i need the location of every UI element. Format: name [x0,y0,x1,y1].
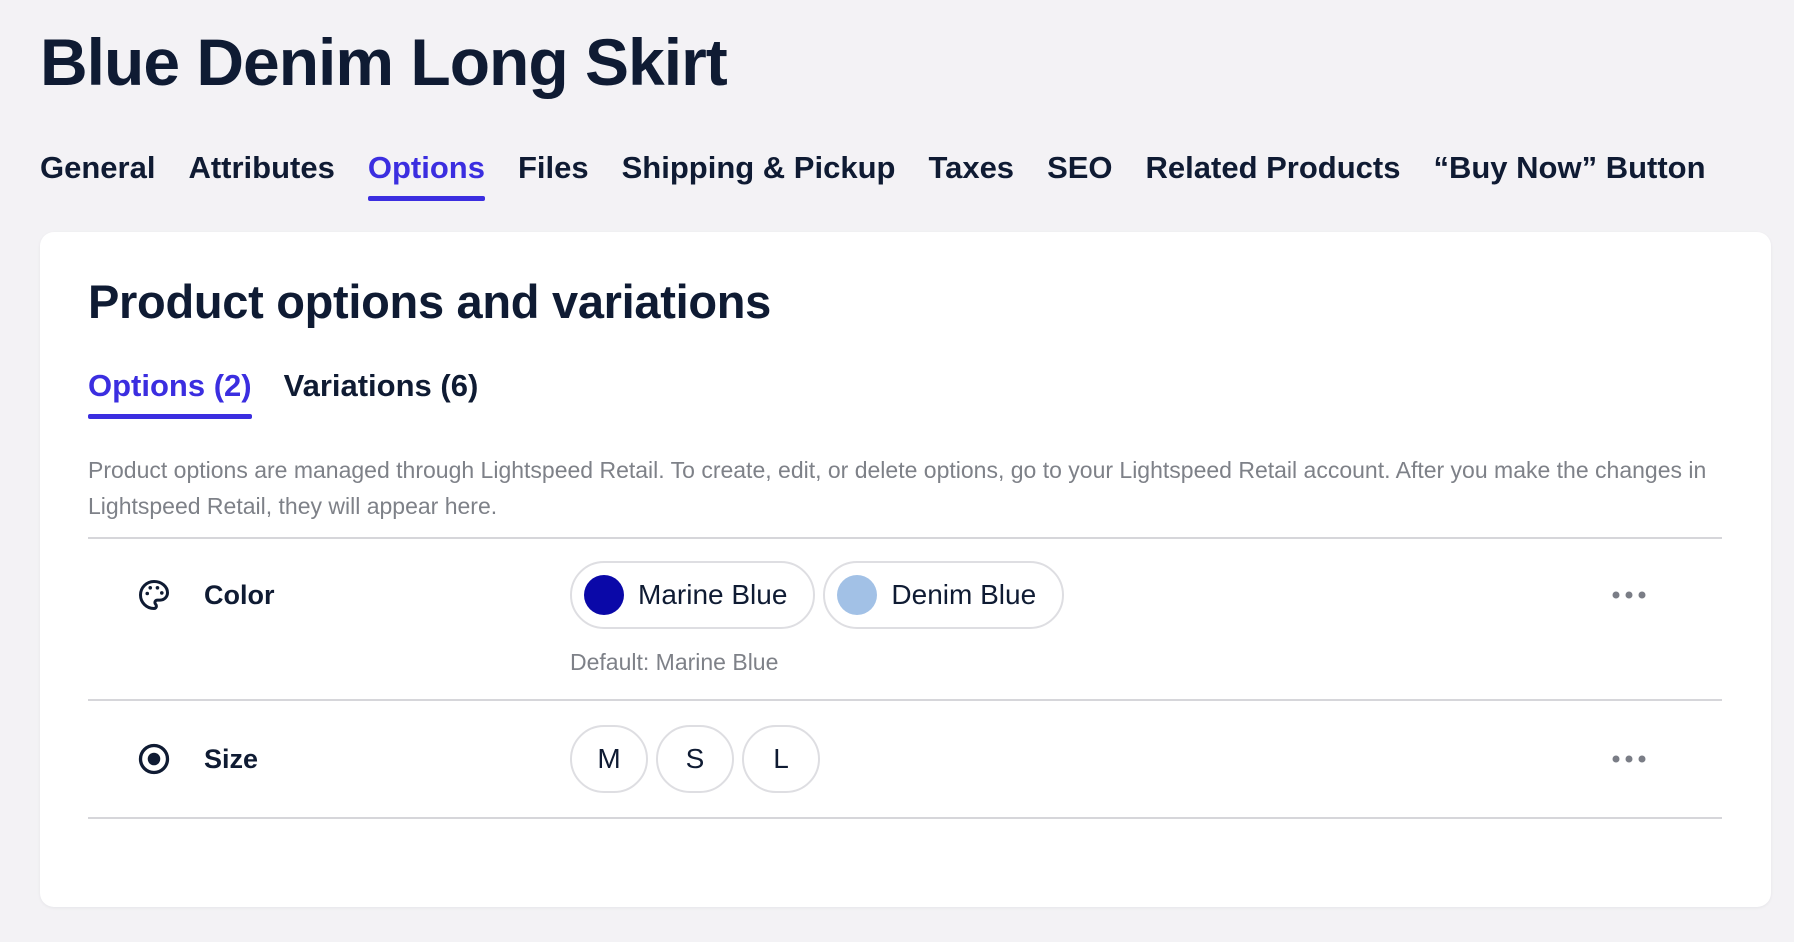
more-horizontal-icon [1612,591,1646,599]
size-values: M S L [570,725,820,793]
size-chip-l[interactable]: L [742,725,820,793]
option-name-color: Color [204,580,275,610]
tab-attributes[interactable]: Attributes [188,148,334,208]
color-values: Marine Blue Denim Blue [570,561,1065,629]
tab-shipping-pickup[interactable]: Shipping & Pickup [622,148,896,208]
radio-selected-icon [136,741,172,777]
options-subtabs: Options (2) Variations (6) [88,366,479,419]
color-chip-marine-blue[interactable]: Marine Blue [570,561,816,629]
chip-label: Denim Blue [891,579,1037,610]
divider [88,817,1722,819]
more-options-button-size[interactable] [1604,744,1654,774]
product-editor-page: Blue Denim Long Skirt General Attributes… [0,0,1794,942]
more-horizontal-icon [1612,755,1646,763]
tab-options[interactable]: Options [367,148,486,208]
options-description: Product options are managed through Ligh… [88,457,1707,519]
palette-icon [136,577,172,613]
tab-buy-now-button[interactable]: “Buy Now” Button [1433,148,1705,208]
tab-seo[interactable]: SEO [1047,148,1112,208]
tab-taxes[interactable]: Taxes [928,148,1014,208]
color-swatch [837,575,878,615]
default-value-note: Default: Marine Blue [570,649,779,675]
tab-files[interactable]: Files [518,148,589,208]
section-title: Product options and variations [88,275,772,328]
color-swatch [584,575,624,615]
page-title: Blue Denim Long Skirt [40,25,728,99]
tab-related-products[interactable]: Related Products [1146,148,1401,208]
size-chip-m[interactable]: M [570,725,648,793]
chip-label: Marine Blue [638,579,788,610]
size-chip-s[interactable]: S [656,725,734,793]
option-name-size: Size [204,744,259,774]
subtab-variations[interactable]: Variations (6) [284,366,479,406]
subtab-options[interactable]: Options (2) [88,366,252,419]
color-chip-denim-blue[interactable]: Denim Blue [823,561,1065,629]
more-options-button-color[interactable] [1604,580,1654,610]
option-row-color: Color Marine Blue Denim Blue Default: Ma… [88,539,1722,699]
option-row-size: Size M S L [88,701,1722,816]
product-tabs: General Attributes Options Files Shippin… [40,148,1706,208]
tab-general[interactable]: General [40,148,155,208]
options-card: Product options and variations Options (… [40,232,1771,907]
